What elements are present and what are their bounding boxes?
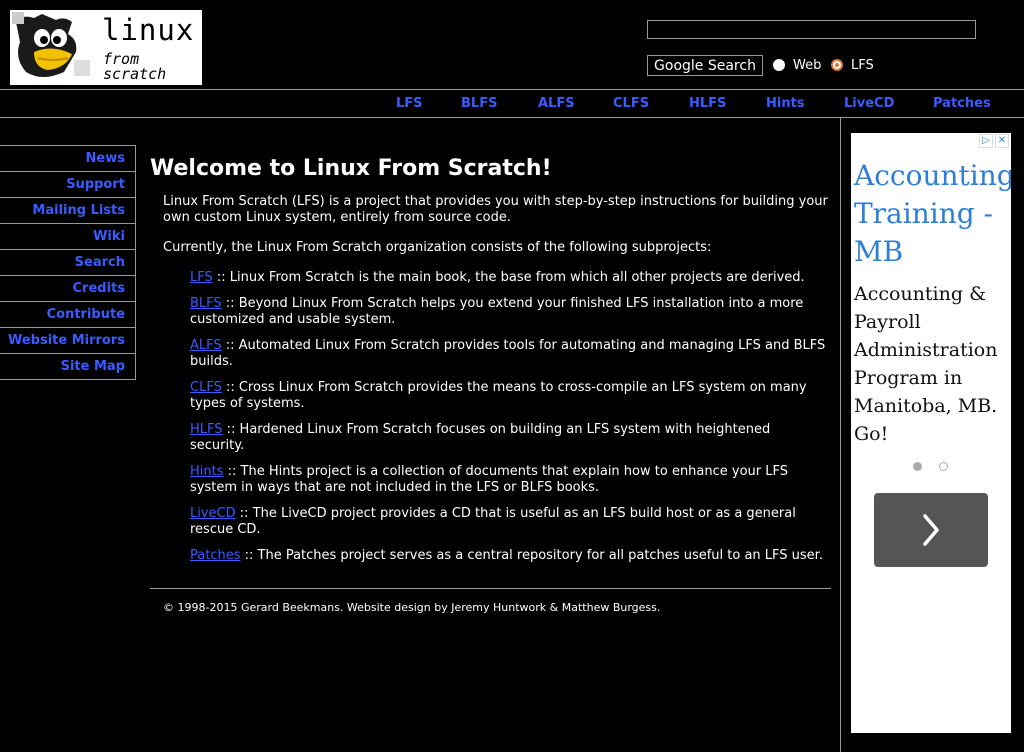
ad-body[interactable]: Accounting & Payroll Administration Prog… — [854, 280, 1009, 448]
footer-divider — [150, 588, 831, 589]
sidebar: News Support Mailing Lists Wiki Search C… — [0, 145, 136, 380]
sidebar-item-mailing-lists: Mailing Lists — [0, 197, 136, 223]
list-item: LFS :: Linux From Scratch is the main bo… — [190, 270, 828, 286]
sidebar-item-contribute: Contribute — [0, 301, 136, 327]
ad-next-button[interactable] — [874, 493, 988, 567]
intro-paragraph: Linux From Scratch (LFS) is a project th… — [163, 194, 828, 225]
topnav-clfs[interactable]: CLFS — [613, 96, 649, 111]
subproject-link-hints[interactable]: Hints — [190, 464, 224, 479]
footer-copyright: © 1998-2015 Gerard Beekmans. Website des… — [163, 601, 661, 614]
subproject-link-alfs[interactable]: ALFS — [190, 338, 222, 353]
subproject-desc: :: Automated Linux From Scratch provides… — [190, 338, 826, 369]
subproject-desc: :: The Hints project is a collection of … — [190, 464, 789, 495]
sidebar-link-site-map[interactable]: Site Map — [61, 359, 125, 374]
info-icon[interactable]: ▷ — [979, 134, 993, 148]
sidebar-item-site-map: Site Map — [0, 353, 136, 380]
right-column-divider — [840, 118, 841, 752]
topnav-patches[interactable]: Patches — [933, 96, 991, 111]
subproject-desc: :: The LiveCD project provides a CD that… — [190, 506, 796, 537]
topnav-border-bottom — [0, 117, 1024, 118]
topnav-hints[interactable]: Hints — [766, 96, 805, 111]
logo-text-linux: linux — [102, 13, 195, 47]
sidebar-link-news[interactable]: News — [86, 151, 125, 166]
subproject-desc: :: Hardened Linux From Scratch focuses o… — [190, 422, 771, 453]
site-logo[interactable]: linux from scratch — [10, 10, 202, 85]
list-item: Patches :: The Patches project serves as… — [190, 548, 828, 564]
list-item: CLFS :: Cross Linux From Scratch provide… — [190, 380, 828, 412]
subproject-link-livecd[interactable]: LiveCD — [190, 506, 236, 521]
topnav-lfs[interactable]: LFS — [396, 96, 423, 111]
subproject-desc: :: Beyond Linux From Scratch helps you e… — [190, 296, 804, 327]
tux-penguin-icon — [12, 12, 92, 83]
subproject-link-clfs[interactable]: CLFS — [190, 380, 222, 395]
list-item: Hints :: The Hints project is a collecti… — [190, 464, 828, 496]
sidebar-item-search: Search — [0, 249, 136, 275]
ad-choices[interactable]: ▷ ✕ — [979, 134, 1009, 148]
subproject-link-lfs[interactable]: LFS — [190, 270, 213, 285]
logo-text-from-scratch: from scratch — [103, 50, 167, 83]
subprojects-intro: Currently, the Linux From Scratch organi… — [163, 240, 712, 255]
ad-headline[interactable]: Accounting Training - MB — [854, 157, 1011, 271]
subproject-desc: :: The Patches project serves as a centr… — [240, 548, 823, 563]
topnav-blfs[interactable]: BLFS — [461, 96, 497, 111]
sidebar-link-credits[interactable]: Credits — [73, 281, 125, 296]
page-title: Welcome to Linux From Scratch! — [150, 156, 552, 181]
carousel-dot-2[interactable] — [939, 462, 948, 471]
topnav-livecd[interactable]: LiveCD — [844, 96, 894, 111]
main-content: Linux From Scratch (LFS) is a project th… — [163, 194, 828, 574]
radio-lfs[interactable] — [831, 59, 843, 71]
search-input[interactable] — [647, 20, 976, 39]
sidebar-item-credits: Credits — [0, 275, 136, 301]
radio-web[interactable] — [773, 59, 785, 71]
close-icon[interactable]: ✕ — [995, 134, 1009, 148]
subproject-list: LFS :: Linux From Scratch is the main bo… — [163, 270, 828, 564]
subproject-desc: :: Linux From Scratch is the main book, … — [212, 270, 805, 285]
subproject-link-patches[interactable]: Patches — [190, 548, 240, 563]
sidebar-item-website-mirrors: Website Mirrors — [0, 327, 136, 353]
sidebar-link-contribute[interactable]: Contribute — [47, 307, 125, 322]
list-item: LiveCD :: The LiveCD project provides a … — [190, 506, 828, 538]
sidebar-link-support[interactable]: Support — [66, 177, 125, 192]
sidebar-link-mailing-lists[interactable]: Mailing Lists — [32, 203, 125, 218]
radio-web-label: Web — [793, 58, 822, 73]
topnav-alfs[interactable]: ALFS — [538, 96, 575, 111]
google-search-button[interactable]: Google Search — [647, 55, 763, 76]
sidebar-item-news: News — [0, 145, 136, 171]
sidebar-link-website-mirrors[interactable]: Website Mirrors — [8, 333, 125, 348]
chevron-right-icon — [923, 514, 939, 546]
advertisement[interactable]: ▷ ✕ Accounting Training - MB Accounting … — [851, 133, 1011, 733]
sidebar-link-wiki[interactable]: Wiki — [93, 229, 125, 244]
subproject-link-blfs[interactable]: BLFS — [190, 296, 222, 311]
sidebar-link-search[interactable]: Search — [75, 255, 125, 270]
list-item: HLFS :: Hardened Linux From Scratch focu… — [190, 422, 828, 454]
list-item: ALFS :: Automated Linux From Scratch pro… — [190, 338, 828, 370]
subproject-link-hlfs[interactable]: HLFS — [190, 422, 223, 437]
subproject-desc: :: Cross Linux From Scratch provides the… — [190, 380, 807, 411]
topnav-hlfs[interactable]: HLFS — [689, 96, 726, 111]
list-item: BLFS :: Beyond Linux From Scratch helps … — [190, 296, 828, 328]
radio-lfs-label: LFS — [851, 58, 874, 73]
sidebar-item-support: Support — [0, 171, 136, 197]
carousel-dot-1[interactable] — [913, 462, 922, 471]
topnav-border-top — [0, 89, 1024, 90]
sidebar-item-wiki: Wiki — [0, 223, 136, 249]
